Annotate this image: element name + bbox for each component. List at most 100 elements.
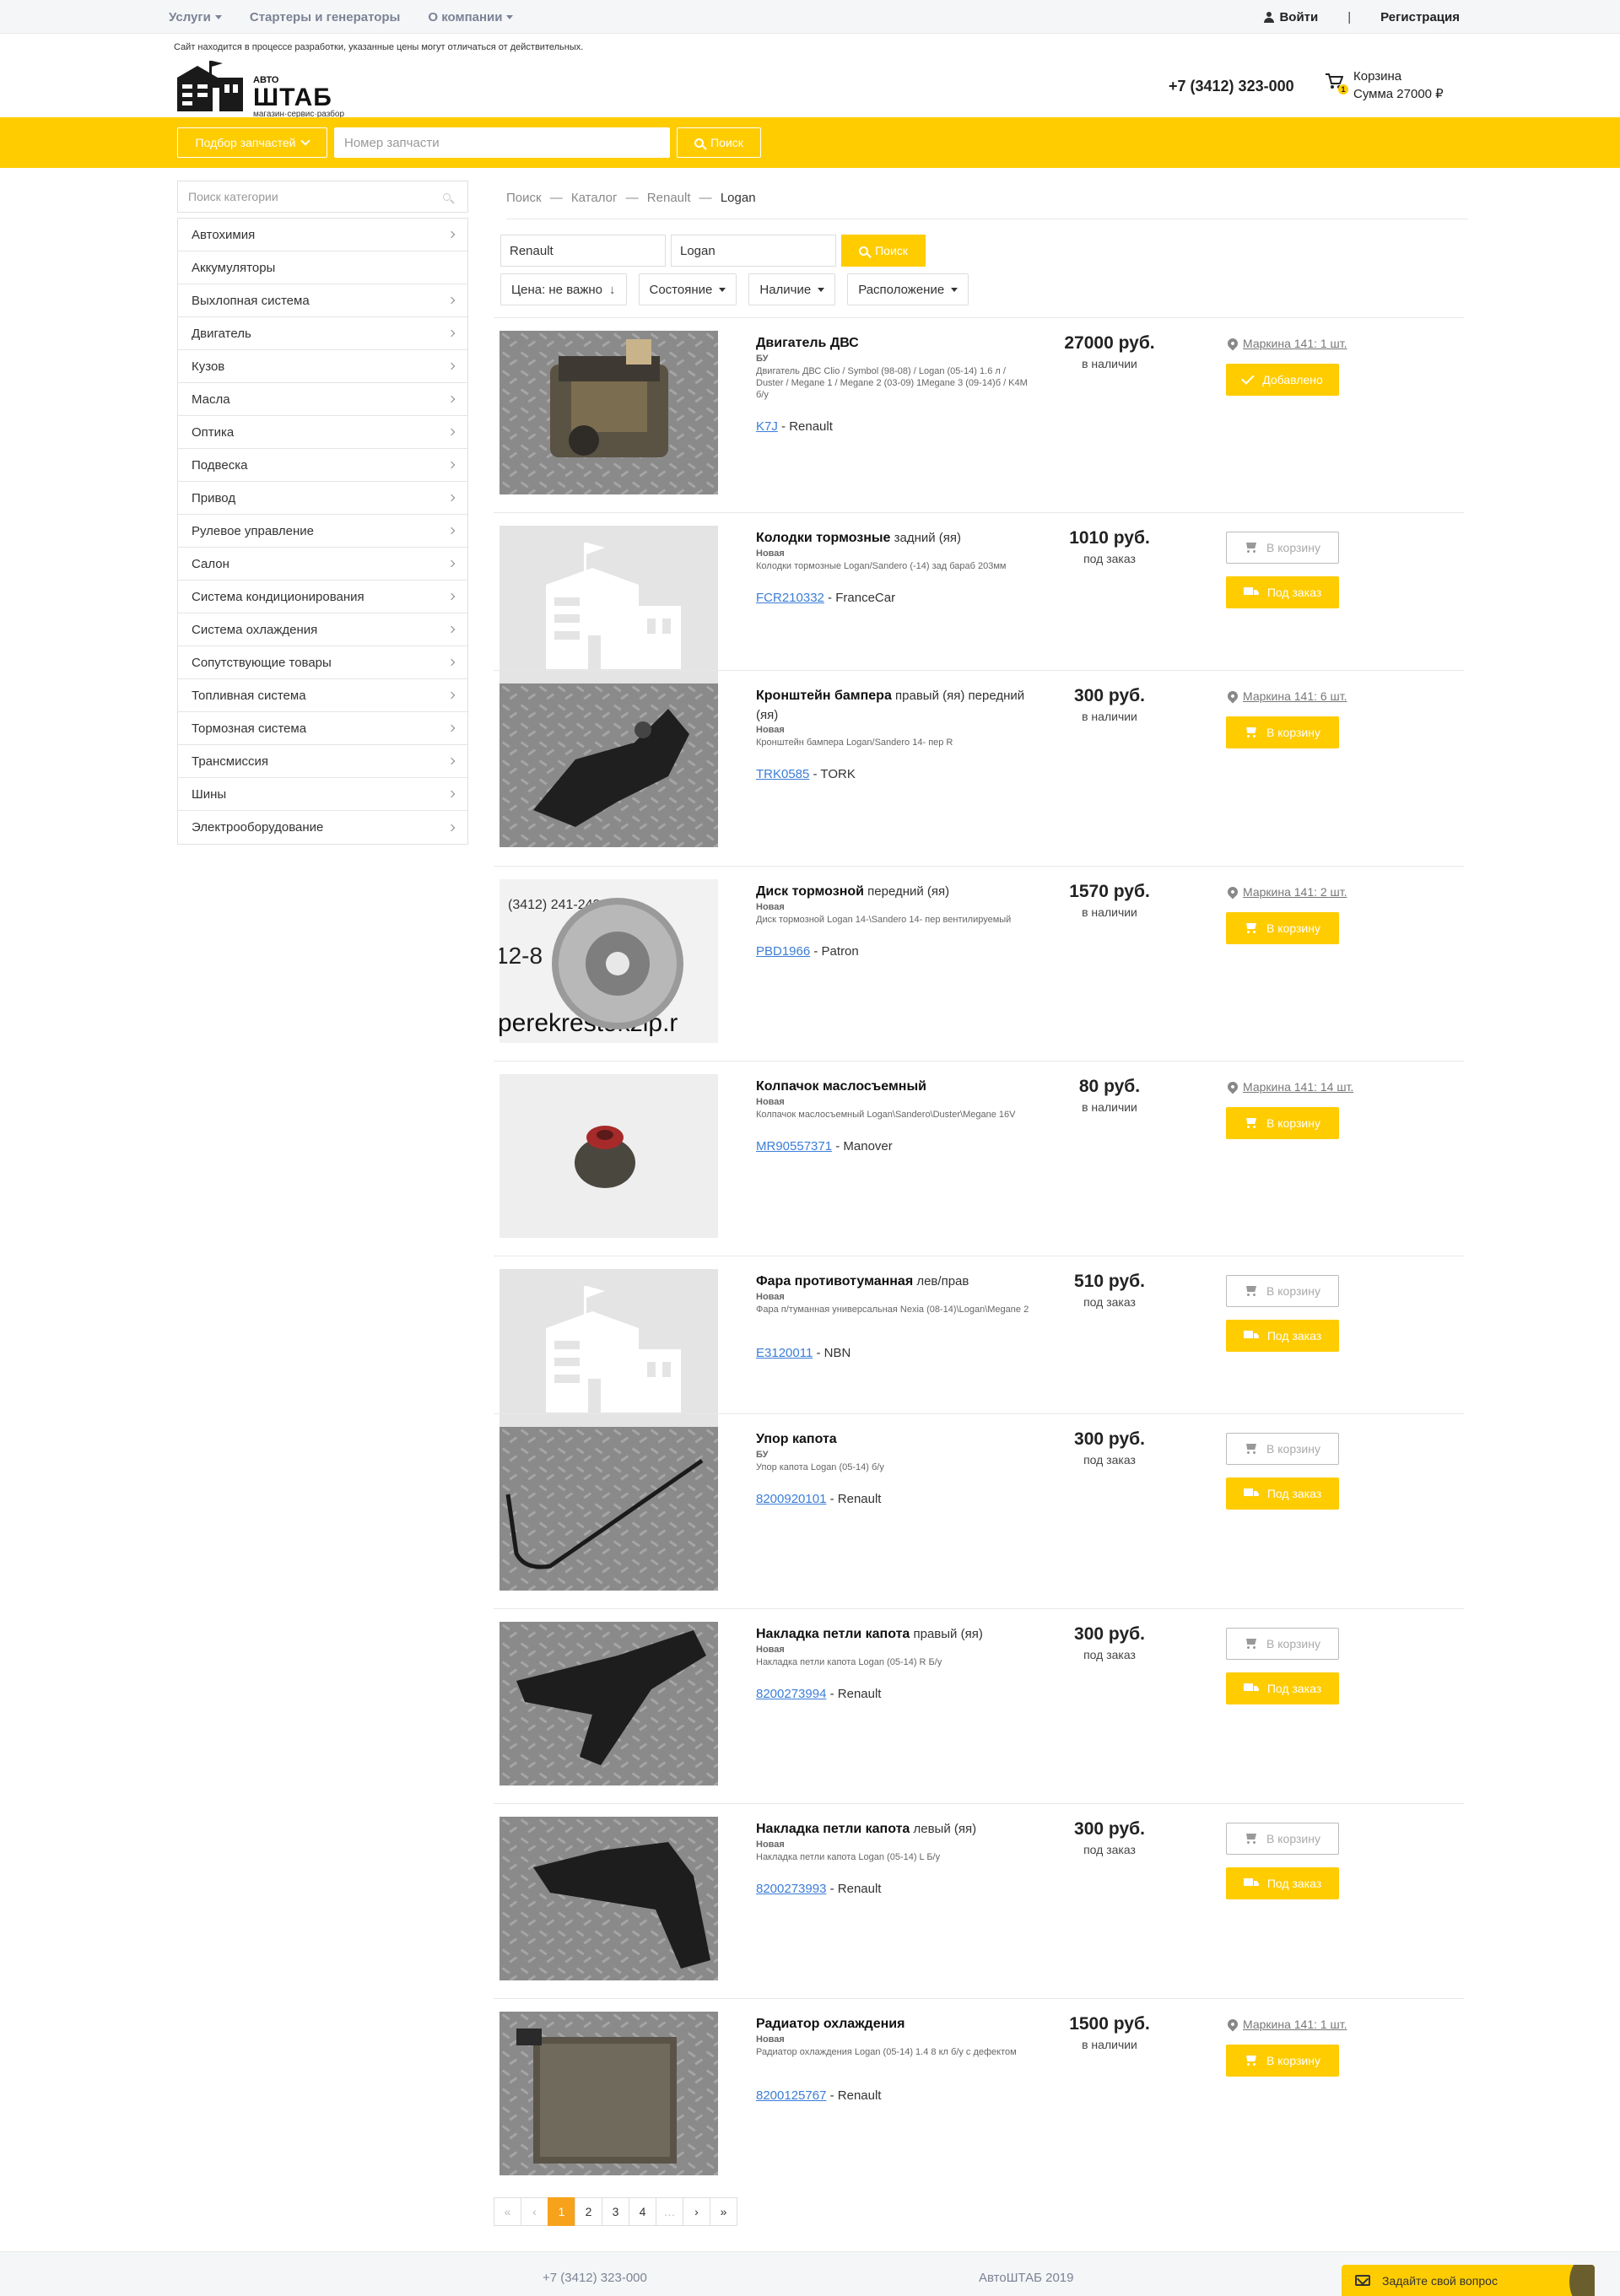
- product-image[interactable]: [500, 1622, 718, 1785]
- breadcrumb-brand[interactable]: Renault: [647, 191, 691, 205]
- add-to-cart-button[interactable]: В корзину: [1226, 912, 1339, 944]
- product-image[interactable]: [500, 1817, 718, 1980]
- product-code-link[interactable]: 8200273993: [756, 1882, 826, 1896]
- sidebar-category-item[interactable]: Электрооборудование: [178, 811, 467, 844]
- product-image[interactable]: (3412) 241-243 12-8 perekrestokzip.r: [500, 879, 718, 1043]
- product-code-link[interactable]: FCR210332: [756, 591, 824, 605]
- product-title[interactable]: Упор капота: [756, 1429, 1034, 1449]
- brand-input[interactable]: Renault: [500, 235, 666, 267]
- sidebar-category-item[interactable]: Салон: [178, 548, 467, 581]
- add-to-cart-button[interactable]: В корзину: [1226, 1275, 1339, 1307]
- pager-last[interactable]: »: [710, 2197, 737, 2226]
- sidebar-category-item[interactable]: Оптика: [178, 416, 467, 449]
- product-image[interactable]: [500, 526, 718, 689]
- sidebar-category-item[interactable]: Рулевое управление: [178, 515, 467, 548]
- product-image[interactable]: [500, 1427, 718, 1591]
- breadcrumb-catalog[interactable]: Каталог: [571, 191, 618, 205]
- pager-page-2[interactable]: 2: [575, 2197, 602, 2226]
- product-image[interactable]: [500, 2012, 718, 2175]
- order-button[interactable]: Под заказ: [1226, 1672, 1339, 1704]
- add-to-cart-button[interactable]: В корзину: [1226, 1628, 1339, 1660]
- product-title[interactable]: Колодки тормозные задний (яя): [756, 528, 1034, 548]
- header-phone[interactable]: +7 (3412) 323-000: [1169, 78, 1294, 95]
- store-location-link[interactable]: Маркина 141: 6 шт.: [1225, 689, 1347, 704]
- sidebar-category-item[interactable]: Аккумуляторы: [178, 251, 467, 284]
- location-dropdown[interactable]: Расположение: [847, 273, 969, 305]
- product-title[interactable]: Фара противотуманная лев/прав: [756, 1272, 1034, 1291]
- add-to-cart-button[interactable]: В корзину: [1226, 1107, 1339, 1139]
- order-button[interactable]: Под заказ: [1226, 1867, 1339, 1899]
- sidebar-category-item[interactable]: Подвеска: [178, 449, 467, 482]
- product-title[interactable]: Двигатель ДВС: [756, 333, 1034, 353]
- pager-first[interactable]: «: [494, 2197, 521, 2226]
- product-title[interactable]: Колпачок маслосъемный: [756, 1077, 1034, 1096]
- sidebar-category-item[interactable]: Шины: [178, 778, 467, 811]
- product-image[interactable]: [500, 331, 718, 494]
- category-search-input[interactable]: Поиск категории: [177, 181, 468, 213]
- ask-question-button[interactable]: Задайте свой вопрос: [1342, 2265, 1595, 2296]
- product-code-link[interactable]: 8200273994: [756, 1687, 826, 1701]
- sidebar-category-item[interactable]: Выхлопная система: [178, 284, 467, 317]
- store-location-link[interactable]: Маркина 141: 14 шт.: [1225, 1079, 1353, 1094]
- band-search-button[interactable]: Поиск: [677, 127, 761, 158]
- order-button[interactable]: Под заказ: [1226, 1320, 1339, 1352]
- filter-search-button[interactable]: Поиск: [841, 235, 926, 267]
- order-button[interactable]: Под заказ: [1226, 576, 1339, 608]
- pager-page-4[interactable]: 4: [629, 2197, 656, 2226]
- product-code-link[interactable]: E3120011: [756, 1346, 813, 1360]
- product-image[interactable]: [500, 1269, 718, 1433]
- sidebar-category-item[interactable]: Привод: [178, 482, 467, 515]
- add-to-cart-button[interactable]: В корзину: [1226, 716, 1339, 748]
- availability-dropdown[interactable]: Наличие: [748, 273, 836, 305]
- sidebar-category-item[interactable]: Система охлаждения: [178, 613, 467, 646]
- login-link[interactable]: Войти: [1264, 10, 1318, 24]
- topnav-starters[interactable]: Стартеры и генераторы: [250, 10, 400, 24]
- pager-page-3[interactable]: 3: [602, 2197, 629, 2226]
- sidebar-category-item[interactable]: Топливная система: [178, 679, 467, 712]
- store-location-link[interactable]: Маркина 141: 1 шт.: [1225, 336, 1347, 351]
- header-cart[interactable]: 1 Корзина Сумма 27000 ₽: [1325, 68, 1444, 103]
- add-to-cart-button[interactable]: В корзину: [1226, 2045, 1339, 2077]
- price-sort-button[interactable]: Цена: не важно ↓: [500, 273, 627, 305]
- sidebar-category-item[interactable]: Кузов: [178, 350, 467, 383]
- register-link[interactable]: Регистрация: [1380, 10, 1460, 24]
- product-title[interactable]: Диск тормозной передний (яя): [756, 882, 1034, 901]
- parts-picker-button[interactable]: Подбор запчастей: [177, 127, 327, 158]
- product-title[interactable]: Радиатор охлаждения: [756, 2014, 1034, 2034]
- pager-prev[interactable]: ‹: [521, 2197, 548, 2226]
- sidebar-category-item[interactable]: Тормозная система: [178, 712, 467, 745]
- product-image[interactable]: [500, 1074, 718, 1238]
- sidebar-category-item[interactable]: Автохимия: [178, 219, 467, 251]
- add-to-cart-button[interactable]: В корзину: [1226, 532, 1339, 564]
- product-code-link[interactable]: PBD1966: [756, 944, 810, 959]
- product-title[interactable]: Накладка петли капота левый (яя): [756, 1819, 1034, 1839]
- product-code-link[interactable]: MR90557371: [756, 1139, 832, 1153]
- breadcrumb-search[interactable]: Поиск: [506, 191, 542, 205]
- pager-page-1[interactable]: 1: [548, 2197, 575, 2226]
- sidebar-category-item[interactable]: Система кондиционирования: [178, 581, 467, 613]
- condition-dropdown[interactable]: Состояние: [638, 273, 737, 305]
- pager-next[interactable]: ›: [683, 2197, 710, 2226]
- product-code-link[interactable]: K7J: [756, 419, 778, 434]
- product-code-link[interactable]: 8200125767: [756, 2088, 826, 2103]
- order-button[interactable]: Под заказ: [1226, 1478, 1339, 1510]
- sidebar-category-item[interactable]: Двигатель: [178, 317, 467, 350]
- topnav-about[interactable]: О компании: [428, 10, 514, 24]
- product-image[interactable]: [500, 683, 718, 847]
- product-code-link[interactable]: TRK0585: [756, 767, 809, 781]
- add-to-cart-button[interactable]: В корзину: [1226, 1823, 1339, 1855]
- topnav-services[interactable]: Услуги: [169, 10, 222, 24]
- add-to-cart-button[interactable]: В корзину: [1226, 1433, 1339, 1465]
- part-number-input[interactable]: Номер запчасти: [334, 127, 670, 158]
- footer-phone[interactable]: +7 (3412) 323-000: [543, 2271, 647, 2285]
- sidebar-category-item[interactable]: Масла: [178, 383, 467, 416]
- product-title[interactable]: Накладка петли капота правый (яя): [756, 1624, 1034, 1644]
- store-location-link[interactable]: Маркина 141: 2 шт.: [1225, 884, 1347, 899]
- added-to-cart-button[interactable]: Добавлено: [1226, 364, 1339, 396]
- sidebar-category-item[interactable]: Трансмиссия: [178, 745, 467, 778]
- sidebar-category-item[interactable]: Сопутствующие товары: [178, 646, 467, 679]
- product-code-link[interactable]: 8200920101: [756, 1492, 826, 1506]
- model-input[interactable]: Logan: [671, 235, 836, 267]
- store-location-link[interactable]: Маркина 141: 1 шт.: [1225, 2017, 1347, 2032]
- product-title[interactable]: Кронштейн бампера правый (яя) передний (…: [756, 686, 1034, 725]
